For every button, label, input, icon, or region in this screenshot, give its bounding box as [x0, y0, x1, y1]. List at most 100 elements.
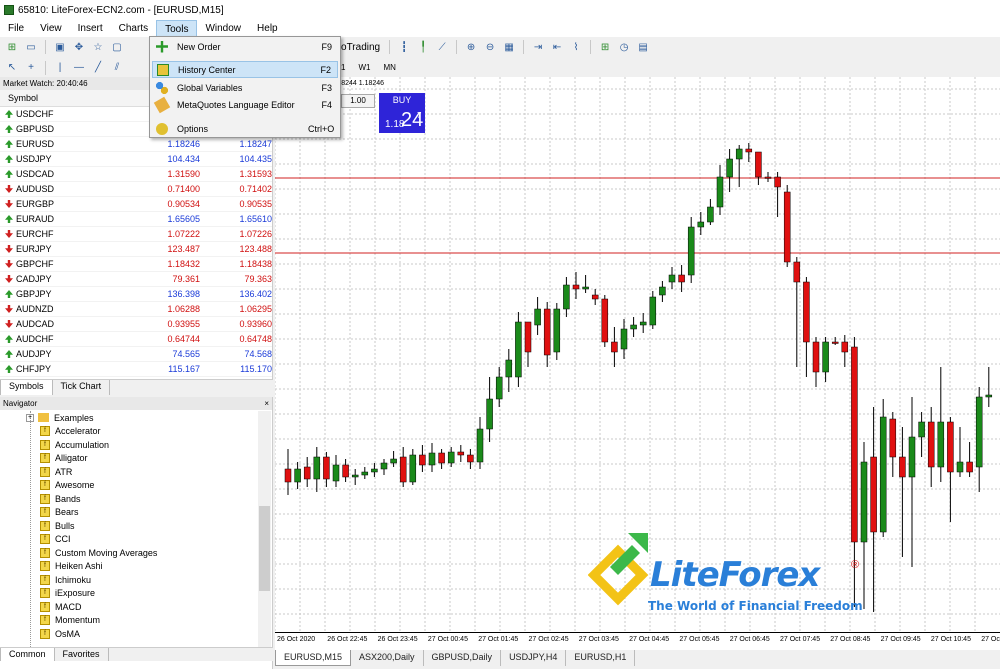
nav-item-label: iExposure [55, 588, 96, 599]
zoom-in-icon[interactable]: ⊕ [463, 39, 479, 55]
bull-candle [735, 148, 743, 160]
nav-indicator-item[interactable]: f ATR [0, 465, 258, 479]
nav-indicator-item[interactable]: f Bulls [0, 519, 258, 533]
chart-tab[interactable]: GBPUSD,Daily [424, 650, 502, 666]
auto-scroll-icon[interactable]: ⇥ [530, 39, 546, 55]
table-row[interactable]: CHFJPY 115.167 115.170 [0, 362, 272, 377]
nav-item-label: OsMA [55, 628, 81, 639]
cursor-icon[interactable]: ↖ [4, 60, 20, 76]
tab-symbols[interactable]: Symbols [0, 380, 53, 395]
nav-indicator-item[interactable]: f OsMA [0, 627, 258, 641]
candlestick-icon[interactable]: ╿ [415, 39, 431, 55]
tile-windows-icon[interactable]: ▦ [501, 39, 517, 55]
expand-icon[interactable]: + [26, 413, 34, 422]
nav-indicator-item[interactable]: f Accelerator [0, 425, 258, 439]
nav-indicator-item[interactable]: f MACD [0, 600, 258, 614]
data-window-icon[interactable]: ✥ [71, 39, 87, 55]
timeframe-w1[interactable]: W1 [353, 63, 375, 72]
periods-icon[interactable]: ◷ [616, 39, 632, 55]
table-row[interactable]: GBPJPY 136.398 136.402 [0, 287, 272, 302]
nav-indicator-item[interactable]: f Bears [0, 506, 258, 520]
tab-favorites[interactable]: Favorites [55, 648, 109, 661]
menu-item-global-variables[interactable]: Global Variables F3 [152, 79, 338, 96]
new-chart-icon[interactable]: ⊞ [4, 39, 20, 55]
table-row[interactable]: USDJPY 104.434 104.435 [0, 152, 272, 167]
timeframe-mn[interactable]: MN [378, 63, 400, 72]
tab-common[interactable]: Common [0, 648, 55, 661]
buy-button[interactable]: BUY 1.18 24 7 [379, 93, 425, 133]
menu-view[interactable]: View [32, 20, 70, 37]
menu-insert[interactable]: Insert [70, 20, 111, 37]
table-row[interactable]: AUDCAD 0.93955 0.93960 [0, 317, 272, 332]
table-row[interactable]: AUDJPY 74.565 74.568 [0, 347, 272, 362]
crosshair-icon[interactable]: + [23, 60, 39, 76]
templates-icon[interactable]: ▤ [635, 39, 651, 55]
nav-indicator-item[interactable]: f Awesome [0, 479, 258, 493]
add-indicator-icon[interactable]: ⊞ [597, 39, 613, 55]
bear-candle [678, 274, 685, 283]
trendline-icon[interactable]: ╱ [90, 60, 106, 76]
menu-charts[interactable]: Charts [111, 20, 156, 37]
table-row[interactable]: AUDCHF 0.64744 0.64748 [0, 332, 272, 347]
arrow-up-icon [5, 365, 13, 373]
nav-indicator-item[interactable]: f Momentum [0, 614, 258, 628]
chart-tab[interactable]: USDJPY,H4 [501, 650, 567, 666]
navigator-scrollbar[interactable] [258, 411, 271, 647]
menu-item-new-order[interactable]: New Order F9 [152, 38, 338, 55]
table-row[interactable]: CADJPY 79.361 79.363 [0, 272, 272, 287]
vertical-line-icon[interactable]: | [52, 60, 68, 76]
nav-indicator-item[interactable]: f iExposure [0, 587, 258, 601]
table-row[interactable]: AUDNZD 1.06288 1.06295 [0, 302, 272, 317]
table-row[interactable]: EURCHF 1.07222 1.07226 [0, 227, 272, 242]
ask-price: 1.18438 [239, 259, 272, 269]
profiles-icon[interactable]: ▭ [23, 39, 39, 55]
nav-indicator-item[interactable]: f Custom Moving Averages [0, 546, 258, 560]
scrollbar-thumb[interactable] [259, 506, 270, 591]
bull-candle [668, 274, 676, 283]
nav-indicator-item[interactable]: f Accumulation [0, 438, 258, 452]
bull-candle [726, 158, 733, 178]
nav-indicator-item[interactable]: f CCI [0, 533, 258, 547]
toolbar-separator [45, 60, 46, 75]
nav-folder-examples[interactable]: + Examples [0, 411, 258, 425]
chart-tab[interactable]: ASX200,Daily [351, 650, 424, 666]
bar-chart-icon[interactable]: ┇ [396, 39, 412, 55]
horizontal-line-icon[interactable]: — [71, 60, 87, 76]
nav-indicator-item[interactable]: f Bands [0, 492, 258, 506]
menu-window[interactable]: Window [197, 20, 249, 37]
table-row[interactable]: AUDUSD 0.71400 0.71402 [0, 182, 272, 197]
table-row[interactable]: EURGBP 0.90534 0.90535 [0, 197, 272, 212]
column-symbol[interactable]: Symbol [8, 93, 38, 103]
line-chart-icon[interactable]: ⟋ [434, 39, 450, 55]
nav-indicator-item[interactable]: f Heiken Ashi [0, 560, 258, 574]
menu-item-shortcut: F3 [321, 82, 332, 93]
menu-item-history-center[interactable]: History Center F2 [152, 61, 338, 78]
chart-tab[interactable]: EURUSD,M15 [275, 650, 352, 666]
table-row[interactable]: GBPCHF 1.18432 1.18438 [0, 257, 272, 272]
table-row[interactable]: EURJPY 123.487 123.488 [0, 242, 272, 257]
zoom-out-icon[interactable]: ⊖ [482, 39, 498, 55]
bear-candle [284, 468, 292, 483]
terminal-icon[interactable]: ▢ [109, 39, 125, 55]
lot-size-input[interactable]: 1.00 [341, 94, 375, 108]
nav-indicator-item[interactable]: f Alligator [0, 452, 258, 466]
nav-indicator-item[interactable]: f Ichimoku [0, 573, 258, 587]
table-row[interactable]: EURUSD 1.18246 1.18247 [0, 137, 272, 152]
table-row[interactable]: USDCAD 1.31590 1.31593 [0, 167, 272, 182]
indicators-icon[interactable]: ⌇ [568, 39, 584, 55]
tab-tick-chart[interactable]: Tick Chart [53, 380, 111, 395]
menu-item-options[interactable]: Options Ctrl+O [152, 120, 338, 137]
navigator-icon[interactable]: ☆ [90, 39, 106, 55]
table-row[interactable]: EURAUD 1.65605 1.65610 [0, 212, 272, 227]
chart-tab[interactable]: EURUSD,H1 [566, 650, 636, 666]
menu-item-metaquotes-editor[interactable]: MetaQuotes Language Editor F4 [152, 96, 338, 113]
chart-shift-icon[interactable]: ⇤ [549, 39, 565, 55]
market-watch-icon[interactable]: ▣ [52, 39, 68, 55]
close-icon[interactable]: × [264, 399, 269, 408]
channel-icon[interactable]: ⫽ [109, 60, 125, 76]
menu-help[interactable]: Help [249, 20, 286, 37]
bull-candle [639, 321, 647, 326]
menu-file[interactable]: File [0, 20, 32, 37]
toolbar-separator [523, 40, 525, 54]
menu-tools[interactable]: Tools [156, 20, 198, 37]
